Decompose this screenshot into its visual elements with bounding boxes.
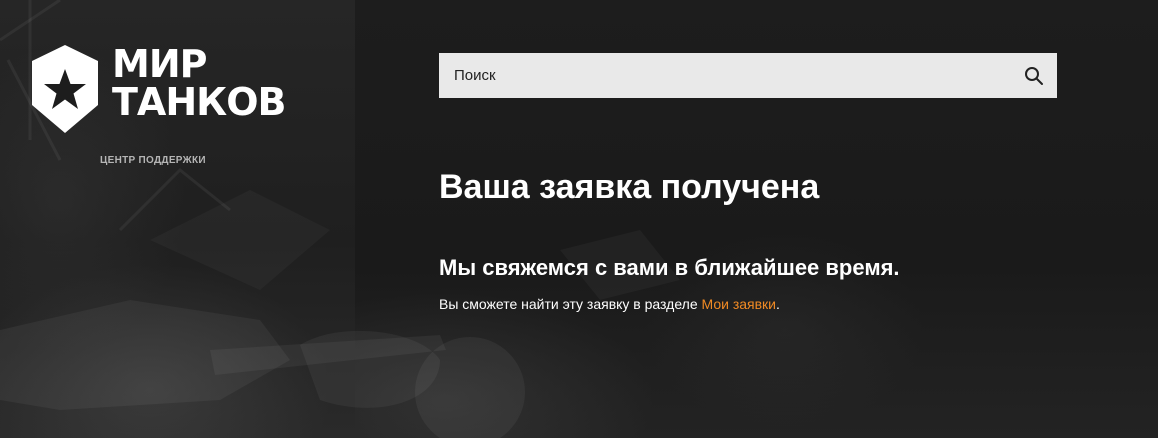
search-input[interactable] — [439, 52, 1011, 99]
search-bar — [439, 52, 1057, 99]
page-title: Ваша заявка получена — [439, 168, 820, 206]
info-text-prefix: Вы сможете найти эту заявку в разделе — [439, 296, 702, 312]
page: МИР ТАНКОВ ЦЕНТР ПОДДЕРЖКИ Ваша заявка п… — [0, 0, 1158, 438]
brand-wordmark-line1: МИР — [112, 42, 207, 86]
confirmation-subtitle: Мы свяжемся с вами в ближайшее время. — [439, 255, 900, 280]
brand-wordmark: МИР ТАНКОВ — [112, 42, 286, 124]
my-requests-link[interactable]: Мои заявки — [702, 296, 776, 312]
info-text-suffix: . — [775, 296, 780, 312]
support-center-label: ЦЕНТР ПОДДЕРЖКИ — [100, 155, 206, 166]
brand-wordmark-line2: ТАНКОВ — [112, 80, 286, 124]
search-button[interactable] — [1011, 53, 1057, 98]
info-text: Вы сможете найти эту заявку в разделе Мо… — [439, 295, 780, 313]
search-icon — [1025, 66, 1043, 85]
brand-logo[interactable]: МИР ТАНКОВ — [30, 42, 286, 135]
star-shield-icon — [32, 45, 98, 133]
